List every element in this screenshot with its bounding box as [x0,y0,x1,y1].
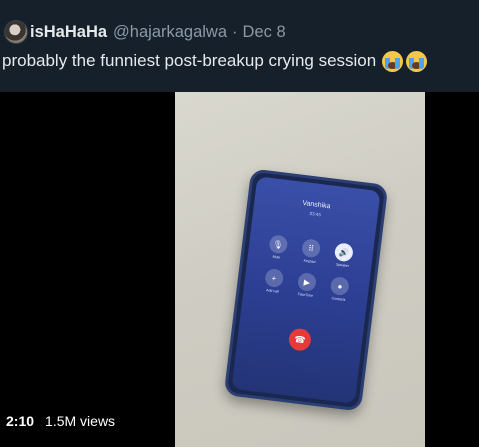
view-count: 1.5M views [45,413,116,429]
tweet-text: probably the funniest post-breakup cryin… [2,48,428,74]
keypad-button: ⠿ Keypad [293,237,329,265]
user-handle[interactable]: @hajarkagalwa [113,23,227,42]
person-icon: ● [330,276,351,297]
display-name[interactable]: isHaHaHa [30,23,107,42]
speaker-icon: 🔊 [334,242,355,263]
avatar[interactable] [4,20,28,44]
video-meta: 2:10 1.5M views [6,412,115,430]
phone-hangup-icon: ☎ [287,327,313,352]
loudly-crying-face-icon [382,50,404,72]
video-duration: 2:10 [6,413,35,429]
separator: · [232,22,238,41]
loudly-crying-face-icon [406,50,428,72]
plus-icon: + [263,267,284,289]
call-buttons: 🎙 Mute ⠿ Keypad 🔊 Speaker + Add call ▶ F… [256,233,362,303]
video-frame: Vanshika 03:45 🎙 Mute ⠿ Keypad 🔊 Speaker [175,92,425,447]
add-call-button: + Add call [256,267,292,295]
facetime-button: ▶ FaceTime [289,271,325,299]
tweet-header: isHaHaHa @hajarkagalwa · Dec 8 probably … [0,0,479,92]
keypad-icon: ⠿ [301,238,322,259]
call-screen: Vanshika 03:45 🎙 Mute ⠿ Keypad 🔊 Speaker [231,176,381,404]
tweet-author-row: isHaHaHa @hajarkagalwa · Dec 8 [30,21,286,43]
contacts-button: ● Contacts [322,275,358,303]
tweet-date[interactable]: Dec 8 [243,23,286,42]
phone-image: Vanshika 03:45 🎙 Mute ⠿ Keypad 🔊 Speaker [223,168,389,412]
speaker-button: 🔊 Speaker [326,241,362,269]
mute-button: 🎙 Mute [260,233,296,261]
video-camera-icon: ▶ [296,272,317,293]
video-player[interactable]: Vanshika 03:45 🎙 Mute ⠿ Keypad 🔊 Speaker [0,92,479,447]
tweet-body: probably the funniest post-breakup cryin… [2,51,377,70]
microphone-icon: 🎙 [267,234,289,255]
